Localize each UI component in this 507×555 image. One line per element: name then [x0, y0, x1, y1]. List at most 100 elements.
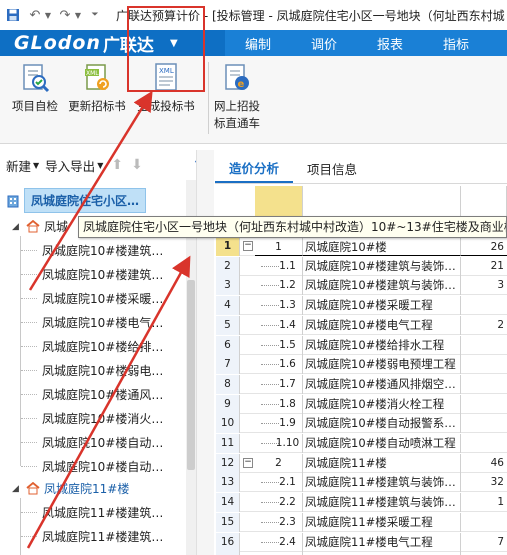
name-cell[interactable]: 凤城庭院10#楼给排水工程 — [303, 335, 461, 355]
name-cell[interactable]: 凤城庭院11#楼建筑与装饰… — [303, 493, 461, 513]
tree-leaf[interactable]: 凤城庭院10#楼建筑… — [42, 242, 163, 259]
tree-scroll-thumb[interactable] — [187, 280, 195, 470]
tree-leaf[interactable]: 凤城庭院10#楼弱电… — [42, 362, 163, 379]
move-up-icon[interactable]: ⬆ — [111, 157, 123, 173]
row-number[interactable]: 10 — [216, 414, 240, 434]
tree-node-11[interactable]: ◢ 凤城庭院11#楼 — [12, 480, 129, 497]
amount-cell[interactable]: 21 — [461, 257, 507, 276]
tree-leaf[interactable]: 凤城庭院10#楼建筑… — [42, 266, 163, 283]
panel-splitter[interactable] — [196, 150, 214, 555]
collapse-triangle-icon[interactable]: ◢ — [12, 484, 22, 494]
tab-project-info[interactable]: 项目信息 — [293, 153, 371, 183]
undo-icon[interactable]: ↶ — [26, 6, 44, 24]
amount-cell[interactable]: 46 — [461, 454, 507, 473]
name-cell[interactable]: 凤城庭院10#楼采暖工程 — [303, 296, 461, 316]
seq-cell[interactable]: 2.1 — [255, 473, 303, 493]
import-export-menu-button[interactable]: 导入导出 ▼ — [45, 156, 103, 175]
tree-leaf[interactable]: 凤城庭院10#楼自动… — [42, 434, 163, 451]
menu-indicator[interactable]: 指标 — [423, 34, 489, 53]
tree-root[interactable]: 凤城庭院住宅小区… — [6, 188, 147, 213]
name-cell[interactable]: 凤城庭院10#楼自动报警系… — [303, 414, 461, 434]
menu-edit[interactable]: 编制 — [225, 34, 291, 53]
seq-cell[interactable]: 1.9 — [255, 414, 303, 434]
table-row[interactable]: 4 1.3 凤城庭院10#楼采暖工程 — [216, 296, 507, 316]
table-row[interactable]: 15 2.3 凤城庭院11#楼采暖工程 — [216, 512, 507, 532]
app-menu-button[interactable]: GLodon 广联达 ▼ — [0, 30, 225, 56]
generate-bid-button[interactable]: XML 生成投标书 — [136, 62, 196, 115]
seq-cell[interactable]: 1.10 — [255, 434, 303, 453]
tab-cost-analysis[interactable]: 造价分析 — [215, 153, 294, 183]
amount-cell[interactable] — [461, 414, 507, 433]
seq-cell[interactable]: 1.2 — [255, 276, 303, 296]
row-number[interactable]: 8 — [216, 374, 240, 394]
name-cell[interactable]: 凤城庭院11#楼建筑与装饰… — [303, 473, 461, 493]
row-number[interactable]: 3 — [216, 276, 240, 296]
seq-cell[interactable]: 1 — [255, 237, 303, 256]
row-number[interactable]: 1 — [216, 237, 240, 256]
table-row[interactable]: 2 1.1 凤城庭院10#楼建筑与装饰… 21 — [216, 256, 507, 276]
amount-cell[interactable] — [461, 355, 507, 374]
customize-quick-access-icon[interactable]: ⏷ — [86, 6, 104, 24]
name-cell[interactable]: 凤城庭院10#楼自动喷淋工程 — [303, 434, 461, 453]
name-cell[interactable]: 凤城庭院11#楼采暖工程 — [303, 512, 461, 532]
redo-icon[interactable]: ↷ — [56, 6, 74, 24]
seq-cell[interactable]: 1.8 — [255, 394, 303, 414]
row-number[interactable]: 11 — [216, 434, 240, 453]
table-row[interactable]: 5 1.4 凤城庭院10#楼电气工程 2 — [216, 315, 507, 335]
seq-cell[interactable]: 2.3 — [255, 512, 303, 532]
amount-cell[interactable]: 26 — [461, 237, 507, 256]
seq-cell[interactable]: 1.3 — [255, 296, 303, 316]
name-cell[interactable]: 凤城庭院10#楼电气工程 — [303, 315, 461, 335]
row-number[interactable]: 4 — [216, 296, 240, 316]
table-row[interactable]: 1−1 凤城庭院10#楼 26 — [216, 237, 507, 256]
row-number[interactable]: 13 — [216, 473, 240, 493]
table-row[interactable]: 7 1.6 凤城庭院10#楼弱电预埋工程 — [216, 355, 507, 375]
name-cell[interactable]: 凤城庭院11#楼电气工程 — [303, 532, 461, 552]
collapse-icon[interactable]: − — [243, 241, 253, 251]
tree-leaf[interactable]: 凤城庭院10#楼电气… — [42, 314, 163, 331]
save-icon[interactable] — [4, 6, 22, 24]
seq-cell[interactable]: 1.1 — [255, 256, 303, 276]
seq-cell[interactable]: 1.7 — [255, 374, 303, 394]
table-row[interactable]: 6 1.5 凤城庭院10#楼给排水工程 — [216, 335, 507, 355]
amount-cell[interactable]: 32 — [461, 473, 507, 492]
amount-cell[interactable]: 2 — [461, 316, 507, 335]
seq-cell[interactable]: 2.4 — [255, 532, 303, 552]
tree-leaf[interactable]: 凤城庭院11#楼建筑… — [42, 528, 163, 545]
seq-cell[interactable]: 2.2 — [255, 493, 303, 513]
name-cell[interactable]: 凤城庭院10#楼通风排烟空… — [303, 374, 461, 394]
table-row[interactable]: 11 1.10 凤城庭院10#楼自动喷淋工程 — [216, 434, 507, 453]
tree-leaf[interactable]: 凤城庭院11#楼建筑… — [42, 504, 163, 521]
table-row[interactable]: 10 1.9 凤城庭院10#楼自动报警系… — [216, 414, 507, 434]
row-number[interactable]: 16 — [216, 532, 240, 552]
seq-cell[interactable]: 1.6 — [255, 355, 303, 375]
amount-cell[interactable] — [461, 336, 507, 355]
table-row[interactable]: 3 1.2 凤城庭院10#楼建筑与装饰… 3 — [216, 276, 507, 296]
table-row[interactable]: 9 1.8 凤城庭院10#楼消火栓工程 — [216, 394, 507, 414]
table-row[interactable]: 13 2.1 凤城庭院11#楼建筑与装饰… 32 — [216, 473, 507, 493]
collapse-triangle-icon[interactable]: ◢ — [12, 222, 22, 232]
project-self-check-button[interactable]: 项目自检 — [5, 62, 65, 115]
row-number[interactable]: 2 — [216, 256, 240, 276]
name-cell[interactable]: 凤城庭院10#楼消火栓工程 — [303, 394, 461, 414]
new-menu-button[interactable]: 新建 ▼ — [6, 156, 39, 175]
tree-leaf[interactable]: 凤城庭院10#楼给排… — [42, 338, 163, 355]
name-cell[interactable]: 凤城庭院10#楼建筑与装饰… — [303, 276, 461, 296]
amount-cell[interactable] — [461, 513, 507, 532]
row-number[interactable]: 7 — [216, 355, 240, 375]
name-cell[interactable]: 凤城庭院11#楼 — [303, 453, 461, 473]
row-number[interactable]: 15 — [216, 512, 240, 532]
name-cell[interactable]: 凤城庭院10#楼 — [303, 237, 461, 256]
update-tender-button[interactable]: XML 更新招标书 — [67, 62, 127, 115]
amount-cell[interactable]: 3 — [461, 276, 507, 295]
tree-leaf[interactable]: 凤城庭院10#楼采暖… — [42, 290, 163, 307]
menu-adjust-price[interactable]: 调价 — [291, 34, 357, 53]
name-cell[interactable]: 凤城庭院10#楼弱电预埋工程 — [303, 355, 461, 375]
tree-leaf[interactable]: 凤城庭院10#楼消火… — [42, 410, 163, 427]
move-down-icon[interactable]: ⬇ — [131, 157, 143, 173]
table-row[interactable]: 14 2.2 凤城庭院11#楼建筑与装饰… 1 — [216, 493, 507, 513]
tree-leaf[interactable]: 凤城庭院10#楼自动… — [42, 458, 163, 475]
table-row[interactable]: 8 1.7 凤城庭院10#楼通风排烟空… — [216, 374, 507, 394]
table-row[interactable]: 12−2 凤城庭院11#楼 46 — [216, 453, 507, 473]
row-number[interactable]: 6 — [216, 335, 240, 355]
